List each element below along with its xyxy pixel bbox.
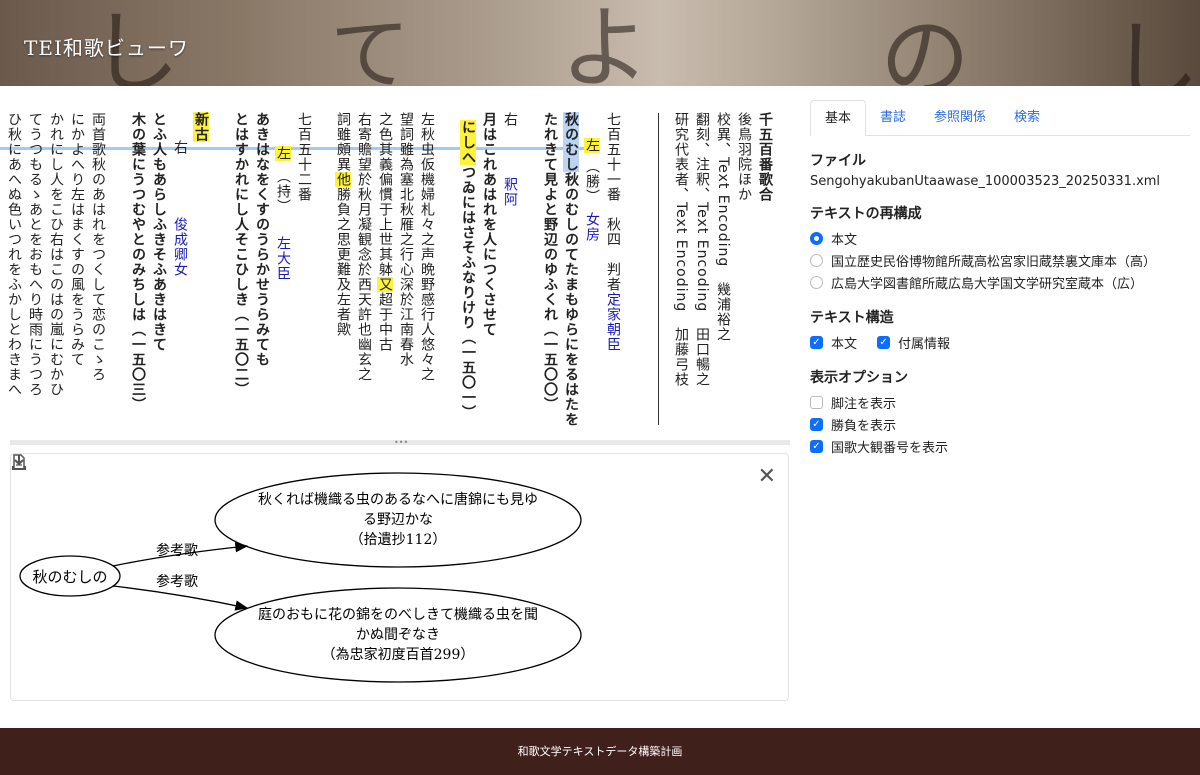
checkbox-checked[interactable]: ✓ xyxy=(810,439,823,453)
poet-link[interactable]: 俊成卿女 xyxy=(172,217,188,277)
text-column: にかよへり左はまくすの風をうらみて xyxy=(69,112,85,367)
header-banner: し て よ の し TEI和歌ビューワ xyxy=(0,0,1200,86)
poem-line: にしへつゐにはさそふなりけり（一五〇一） xyxy=(460,120,476,420)
app-title[interactable]: TEI和歌ビューワ xyxy=(24,32,189,61)
tab-bar: 基本 書誌 参照関係 検索 xyxy=(810,100,1190,136)
text-column: てうつもるゝあとをおもへり時雨にうつろ xyxy=(27,112,43,397)
checkbox-checked[interactable]: ✓ xyxy=(810,417,823,431)
splitter-handle-icon[interactable]: ••• xyxy=(394,439,408,447)
variant-mark[interactable]: にしへ xyxy=(460,120,476,165)
text-column: 之色其義偏慣于上世其躰又超于中古 xyxy=(377,112,393,352)
radio-option[interactable]: 国立歴史民俗博物館所蔵高松宮家旧蔵禁裏文庫本（高） xyxy=(810,249,1190,271)
calligraphy-decoration: て xyxy=(330,8,410,86)
radio-selected[interactable] xyxy=(810,231,823,245)
edge-label: 参考歌 xyxy=(156,573,198,590)
checkbox-checked[interactable]: ✓ xyxy=(810,335,823,349)
text-column: 翻刻、注釈、Text Encoding 田口暢之 xyxy=(694,112,710,388)
checkbox-option[interactable]: ✓ 付属情報 xyxy=(877,331,950,353)
calligraphy-decoration: よ xyxy=(560,0,650,86)
target-node-label: （拾遺抄112） xyxy=(350,532,447,548)
side-label: 左 xyxy=(584,138,600,153)
radio-unselected[interactable] xyxy=(810,253,823,267)
judge-link[interactable]: 定家朝臣 xyxy=(605,292,621,352)
footer: 和歌文学テキストデータ構築計画 xyxy=(0,728,1200,775)
source-node-label: 秋のむしの xyxy=(32,568,107,586)
poet-link[interactable]: 女房 xyxy=(584,212,600,242)
text-viewer: 千五百番歌合 後鳥羽院ほか 校異、Text Encoding 幾浦裕之 翻刻、注… xyxy=(0,86,800,441)
text-column: 左（持）左大臣 xyxy=(275,146,291,281)
radio-option[interactable]: 広島大学図書館所蔵広島大学国文学研究室蔵本（広） xyxy=(810,271,1190,293)
column-divider xyxy=(658,113,659,425)
text-column: 右釈阿 xyxy=(502,112,518,207)
target-node-label: 秋くれば機織る虫のあるなへに唐錦にも見ゆ xyxy=(258,491,538,508)
footer-text: 和歌文学テキストデータ構築計画 xyxy=(517,745,683,758)
text-column: 左（勝）女房 xyxy=(584,138,600,242)
variant-mark[interactable]: 新古 xyxy=(193,112,209,142)
text-column: 研究代表者、Text Encoding 加藤弓枝 xyxy=(673,112,689,388)
poet-link[interactable]: 左大臣 xyxy=(275,236,291,281)
text-column: かれにし人をこひ右はこのはの嵐にむかひ xyxy=(48,112,64,397)
tab-search[interactable]: 検索 xyxy=(1000,100,1054,135)
tab-references[interactable]: 参照関係 xyxy=(920,100,1000,135)
tab-bibliography[interactable]: 書誌 xyxy=(866,100,920,135)
reference-graph-panel: 秋のむしの 参考歌 参考歌 秋くれば機織る虫のあるなへに唐錦にも見ゆ る野辺かな… xyxy=(10,453,789,701)
file-export-icon[interactable] xyxy=(11,454,27,470)
radio-option[interactable]: 本文 xyxy=(810,227,1190,249)
text-column: 両首歌秋のあはれをつくして恋のこゝろ xyxy=(90,112,106,382)
calligraphy-decoration: の xyxy=(880,6,970,86)
settings-panel: 基本 書誌 参照関係 検索 ファイル SengohyakubanUtaawase… xyxy=(810,100,1190,457)
calligraphy-decoration: し xyxy=(1110,11,1200,86)
target-node-label: 庭のおもに花の錦をのべしきて機織る虫を聞 xyxy=(258,606,538,623)
radio-unselected[interactable] xyxy=(810,275,823,289)
checkbox-option[interactable]: ✓ 勝負を表示 xyxy=(810,413,1190,435)
text-column: 校異、Text Encoding 幾浦裕之 xyxy=(715,112,731,343)
variant-mark[interactable]: 他 xyxy=(335,172,351,187)
file-heading: ファイル xyxy=(810,153,866,169)
close-icon[interactable]: ✕ xyxy=(758,466,776,488)
tab-basic[interactable]: 基本 xyxy=(810,100,867,136)
poem-line: とふ人もあらしふきそふあきはきて xyxy=(151,112,167,352)
target-node-label: （為忠家初度百首299） xyxy=(322,646,475,663)
poem-line: 木の葉にうつむやとのみちしは（一五〇三） xyxy=(130,112,146,412)
display-heading: 表示オプション xyxy=(810,370,908,386)
text-column: 望詞雖為塞北秋雁之行心深於江南春水 xyxy=(398,112,414,367)
text-column: 詞雖頗異他勝負之思更難及左者歟 xyxy=(335,112,351,337)
checkbox-option[interactable]: ✓ 本文 xyxy=(810,331,857,353)
side-label: 左 xyxy=(275,146,291,161)
poem-line: 月はこれあはれを人につくさせて xyxy=(481,112,497,337)
text-column: 左秋虫仮機婦札々之声晩野感行人悠々之 xyxy=(419,112,435,382)
checkbox-option[interactable]: 脚注を表示 xyxy=(810,391,1190,413)
poem-line: あきはなをくすのうらかせうらみても xyxy=(254,112,270,367)
edge-label: 参考歌 xyxy=(156,542,198,559)
poem-line: 秋のむし秋のむしのてたまもゆらにをるはたを xyxy=(563,112,579,427)
structure-heading: テキスト構造 xyxy=(810,310,894,326)
checkbox-checked[interactable]: ✓ xyxy=(877,335,891,349)
poem-line: とはすかれにし人そこひしき（一五〇二） xyxy=(233,112,249,397)
text-column: 千五百番歌合 xyxy=(757,112,773,202)
recon-heading: テキストの再構成 xyxy=(810,206,922,222)
text-column: 右寄贍望於秋月凝観念於西天許也幽玄之 xyxy=(356,112,372,382)
poet-link[interactable]: 釈阿 xyxy=(502,177,518,207)
target-node-label: かぬ間ぞなき xyxy=(356,627,440,643)
text-column: 後鳥羽院ほか xyxy=(736,112,752,202)
checkbox-option[interactable]: ✓ 国歌大観番号を表示 xyxy=(810,435,1190,457)
checkbox-unchecked[interactable] xyxy=(810,395,823,409)
text-column: 七百五十二番 xyxy=(296,112,312,202)
reference-graph: 秋のむしの 参考歌 参考歌 秋くれば機織る虫のあるなへに唐錦にも見ゆ る野辺かな… xyxy=(19,472,582,683)
text-column: 右俊成卿女 xyxy=(172,140,188,277)
variant-mark[interactable]: 又 xyxy=(377,277,393,292)
text-column: ひ秋にあへぬ色いつれをふかしとわきまへ xyxy=(6,112,22,397)
file-name: SengohyakubanUtaawase_100003523_20250331… xyxy=(810,174,1161,189)
poem-line: たれきて見よと野辺のゆふくれ（一五〇〇） xyxy=(542,112,558,412)
text-column: 七百五十一番 秋四 判者定家朝臣 xyxy=(605,112,621,352)
target-node-label: る野辺かな xyxy=(363,512,433,528)
